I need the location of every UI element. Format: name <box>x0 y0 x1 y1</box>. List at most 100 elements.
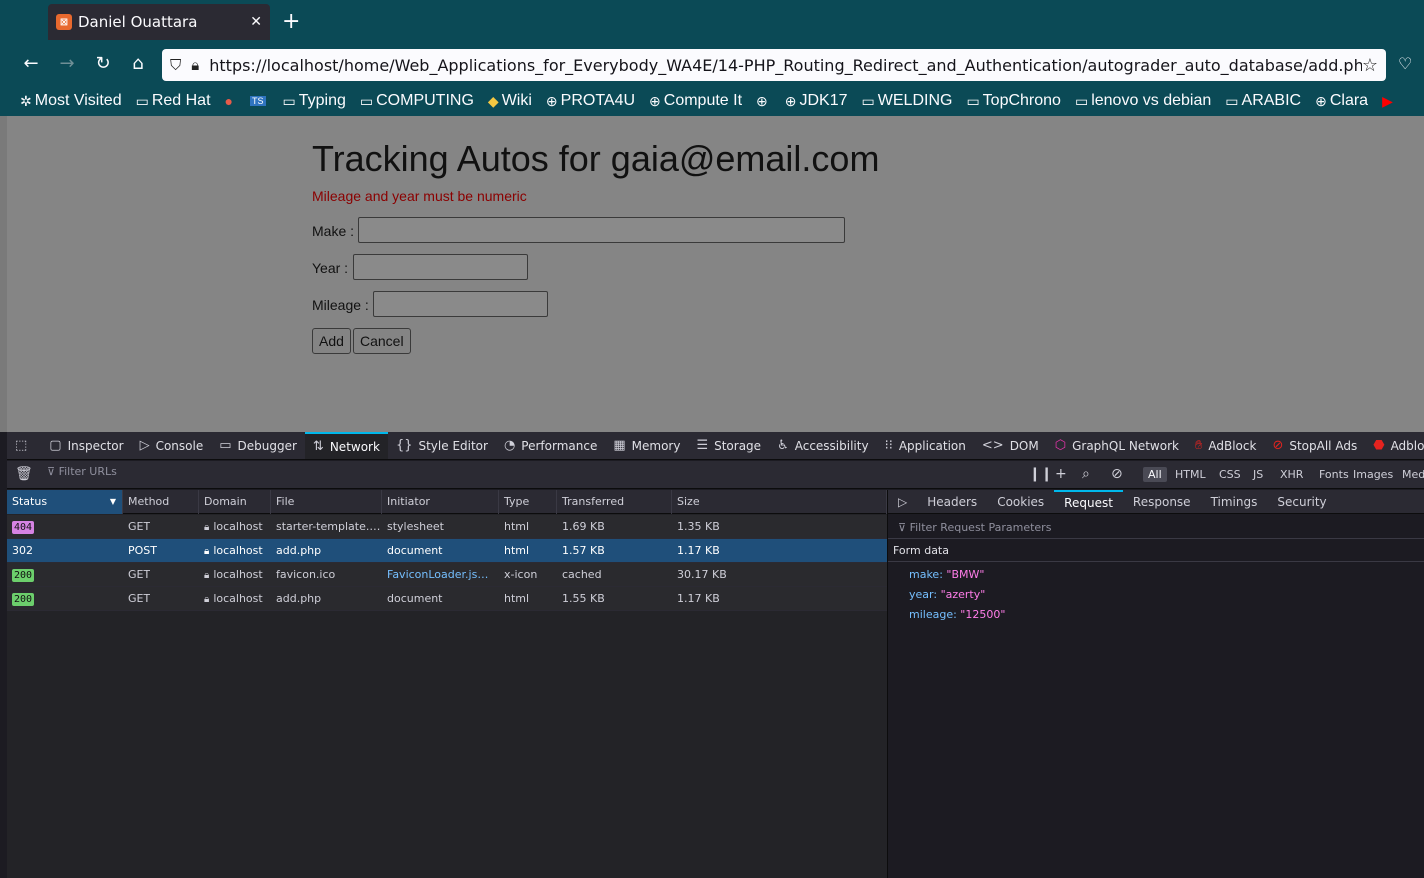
method-cell: GET <box>128 592 151 605</box>
table-row[interactable]: 404 GET 🔒︎ localhost starter-template.css… <box>7 515 887 539</box>
table-row-selected[interactable]: 302 POST 🔒︎ localhost add.php document ht… <box>7 539 887 563</box>
tab-response[interactable]: Response <box>1123 490 1201 514</box>
devtools-toolbar: ⬚ ▢ Inspector ▷ Console ▭ Debugger ⇅ Network… <box>7 432 1424 460</box>
column-transferred[interactable]: Transferred <box>557 490 672 514</box>
bookmark-welding[interactable]: ▭ WELDING <box>862 92 953 110</box>
tab-dom[interactable]: <> DOM <box>974 432 1047 459</box>
shield-icon[interactable]: ⛉ <box>170 56 181 74</box>
filter-urls-input[interactable]: ⊽ Filter URLs <box>47 465 117 478</box>
filter-html[interactable]: HTML <box>1170 467 1211 482</box>
tab-application[interactable]: ⁝⁝ Application <box>877 432 974 459</box>
block-icon[interactable]: ⊘ <box>1111 466 1123 482</box>
sort-desc-icon: ▼ <box>109 497 116 506</box>
toggle-sidebar-icon[interactable]: ▷ <box>888 490 917 514</box>
bookmark-globe[interactable]: ⊕ <box>756 93 771 110</box>
tab-adblock-plus[interactable]: ⬣Adblock Pl <box>1365 432 1424 459</box>
tab-debugger[interactable]: ▭ Debugger <box>211 432 305 459</box>
domain-cell: localhost <box>213 592 263 605</box>
bookmark-red-hat[interactable]: ▭ Red Hat <box>136 92 211 110</box>
bookmark-wiki[interactable]: ◆ Wiki <box>488 92 532 110</box>
tab-graphql-network[interactable]: ⬡ GraphQL Network <box>1047 432 1187 459</box>
tab-request[interactable]: Request <box>1054 489 1123 514</box>
column-domain[interactable]: Domain <box>199 490 271 514</box>
bookmark-lenovo-vs-debian[interactable]: ▭ lenovo vs debian <box>1075 92 1211 110</box>
type-cell: html <box>504 544 530 557</box>
reload-icon[interactable]: ↻ <box>91 53 115 74</box>
bookmark-prota4u[interactable]: ⊕ PROTA4U <box>546 92 635 110</box>
plus-icon[interactable]: + <box>1055 466 1067 482</box>
cancel-button[interactable]: Cancel <box>353 328 411 354</box>
filter-xhr[interactable]: XHR <box>1275 467 1308 482</box>
make-input[interactable] <box>358 217 845 243</box>
bookmark-ts-icon[interactable]: TS <box>250 96 269 106</box>
bookmark-money-icon[interactable]: ● <box>225 93 236 109</box>
bookmark-compute-it[interactable]: ⊕ Compute It <box>649 92 742 110</box>
home-icon[interactable]: ⌂ <box>126 53 150 74</box>
bookmark-star-icon[interactable]: ☆ <box>1362 55 1378 76</box>
column-type[interactable]: Type <box>499 490 557 514</box>
tab-storage[interactable]: ☰ Storage <box>688 432 769 459</box>
column-file[interactable]: File <box>271 490 382 514</box>
tab-performance[interactable]: ◔ Performance <box>496 432 605 459</box>
tab-timings[interactable]: Timings <box>1201 490 1268 514</box>
status-cell: 302 <box>12 544 33 557</box>
bookmark-most-visited[interactable]: ✲ Most Visited <box>20 92 122 110</box>
bookmark-computing[interactable]: ▭ COMPUTING <box>360 92 474 110</box>
tab-headers[interactable]: Headers <box>917 490 987 514</box>
pocket-icon[interactable]: ♡ <box>1398 54 1412 73</box>
tab-memory[interactable]: ▦ Memory <box>605 432 688 459</box>
back-icon[interactable]: ← <box>19 53 43 74</box>
tab-cookies[interactable]: Cookies <box>987 490 1054 514</box>
column-initiator[interactable]: Initiator <box>382 490 499 514</box>
column-method[interactable]: Method <box>123 490 199 514</box>
search-icon[interactable]: ⌕ <box>1082 466 1090 482</box>
filter-all[interactable]: All <box>1143 467 1167 482</box>
filter-images[interactable]: Images <box>1348 467 1398 482</box>
initiator-link[interactable]: FaviconLoader.jsm:… <box>382 563 499 587</box>
element-picker-icon[interactable]: ⬚ <box>7 432 41 459</box>
add-button[interactable]: Add <box>312 328 351 354</box>
table-row[interactable]: 200 GET 🔒︎ localhost favicon.ico FaviconL… <box>7 563 887 587</box>
typescript-icon: TS <box>250 96 266 106</box>
table-row[interactable]: 200 GET 🔒︎ localhost add.php document htm… <box>7 587 887 611</box>
navigation-bar: ← → ↻ ⌂ ⛉ 🔒︎ https://localhost/home/Web_… <box>0 44 1424 86</box>
column-size[interactable]: Size <box>672 490 887 514</box>
column-status[interactable]: Status ▼ <box>7 490 123 514</box>
url-text[interactable]: https://localhost/home/Web_Applications_… <box>209 56 1362 75</box>
url-bar[interactable]: ⛉ 🔒︎ https://localhost/home/Web_Applicat… <box>162 49 1386 81</box>
filter-request-params-input[interactable]: ⊽ Filter Request Parameters <box>888 515 1424 539</box>
pause-icon[interactable]: ❙❙ <box>1029 466 1052 482</box>
stop-icon: ⊘ <box>1272 438 1284 453</box>
request-table: Status ▼ Method Domain File Initiator Typ… <box>7 490 887 878</box>
active-browser-tab[interactable]: ⊠ Daniel Ouattara ✕ <box>48 4 270 40</box>
forward-icon[interactable]: → <box>55 53 79 74</box>
bookmark-jdk17[interactable]: ⊕ JDK17 <box>785 92 848 110</box>
tab-inspector[interactable]: ▢ Inspector <box>41 432 131 459</box>
tab-adblock[interactable]: ✋︎ AdBlock <box>1187 432 1265 459</box>
style-editor-icon: {} <box>395 438 413 453</box>
tab-strip: ⊠ Daniel Ouattara ✕ + <box>0 0 1424 44</box>
new-tab-icon[interactable]: + <box>282 8 300 36</box>
size-cell: 30.17 KB <box>677 568 727 581</box>
mileage-input[interactable] <box>373 291 548 317</box>
bookmark-clara[interactable]: ⊕ Clara <box>1315 92 1368 110</box>
filter-css[interactable]: CSS <box>1214 467 1246 482</box>
tab-accessibility[interactable]: ♿︎ Accessibility <box>769 432 877 459</box>
filter-js[interactable]: JS <box>1248 467 1268 482</box>
close-tab-icon[interactable]: ✕ <box>250 14 262 30</box>
year-input[interactable] <box>353 254 528 280</box>
tab-stopall-ads[interactable]: ⊘ StopAll Ads <box>1264 432 1365 459</box>
xampp-favicon-icon: ⊠ <box>56 14 72 30</box>
lock-icon[interactable]: 🔒︎ <box>191 56 199 74</box>
tab-style-editor[interactable]: {} Style Editor <box>388 432 496 459</box>
tab-console[interactable]: ▷ Console <box>132 432 212 459</box>
bookmark-youtube[interactable]: ▶ <box>1382 93 1396 110</box>
make-label: Make : <box>312 223 355 239</box>
filter-media[interactable]: Med <box>1397 467 1424 482</box>
trash-icon[interactable]: 🗑︎ <box>15 466 33 482</box>
bookmark-arabic[interactable]: ▭ ARABIC <box>1225 92 1301 110</box>
bookmark-topchrono[interactable]: ▭ TopChrono <box>966 92 1061 110</box>
tab-security[interactable]: Security <box>1267 490 1336 514</box>
bookmark-typing[interactable]: ▭ Typing <box>283 92 346 110</box>
tab-network[interactable]: ⇅ Network <box>304 432 388 459</box>
